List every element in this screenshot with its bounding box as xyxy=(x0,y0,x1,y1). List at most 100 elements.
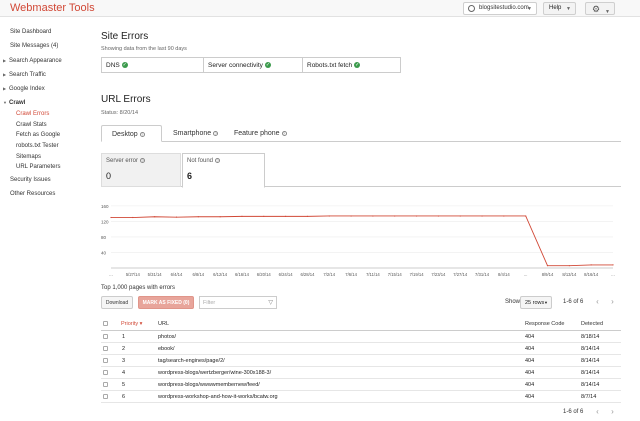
sidebar-item-security-issues[interactable]: Security Issues xyxy=(10,177,51,183)
x-tick-label: ... xyxy=(524,272,528,277)
row-response-code: 404 xyxy=(525,334,535,340)
data-point[interactable] xyxy=(590,264,592,266)
table-row[interactable]: 2 ebook/404 8/14/14 xyxy=(101,343,621,355)
row-url[interactable]: wordpress-blogs/wwwwmembernew/feed/ xyxy=(158,382,260,388)
data-point[interactable] xyxy=(546,265,549,267)
row-detected: 8/14/14 xyxy=(581,346,600,352)
row-url[interactable]: ebook/ xyxy=(158,346,175,352)
prev-page-icon[interactable]: ‹ xyxy=(592,407,603,418)
help-icon[interactable]: ? xyxy=(215,158,221,163)
counter-server-error[interactable]: Server error? 0 xyxy=(101,153,181,187)
data-point[interactable] xyxy=(415,215,418,217)
table-row[interactable]: 3 tag/search-engines/page/2/404 8/14/14 xyxy=(101,355,621,367)
counter-not-found[interactable]: Not found? 6 xyxy=(182,153,265,188)
help-icon[interactable]: ? xyxy=(140,158,146,163)
sidebar-item-google-index[interactable]: ▶ Google Index xyxy=(3,86,45,92)
row-url[interactable]: wordpress-workshop-and-how-it-works/bcat… xyxy=(158,394,278,400)
x-tick-label: 8/13/14 xyxy=(562,272,577,277)
col-detected[interactable]: Detected xyxy=(581,321,603,327)
sidebar-item-crawl-stats[interactable]: Crawl Stats xyxy=(16,122,47,128)
site-selector[interactable]: blogsitestudio.com ▼ xyxy=(463,2,537,15)
data-point[interactable] xyxy=(328,215,330,217)
settings-button[interactable]: ⚙ ▼ xyxy=(585,2,615,15)
site-error-robots-fetch[interactable]: Robots.txt fetch ✓ xyxy=(303,58,400,72)
data-point[interactable] xyxy=(481,215,483,217)
x-tick-label: 6/12/14 xyxy=(213,272,228,277)
row-checkbox[interactable] xyxy=(103,394,108,399)
site-error-server-connectivity[interactable]: Server connectivity ✓ xyxy=(204,58,303,72)
sidebar-item-search-traffic[interactable]: ▶ Search Traffic xyxy=(3,72,46,78)
col-response-code[interactable]: Response Code xyxy=(525,321,564,327)
data-point[interactable] xyxy=(219,216,221,218)
sidebar-item-site-messages[interactable]: Site Messages (4) xyxy=(10,43,58,49)
sidebar-item-url-parameters[interactable]: URL Parameters xyxy=(16,164,60,170)
row-response-code: 404 xyxy=(525,394,535,400)
sidebar-item-site-dashboard[interactable]: Site Dashboard xyxy=(10,29,51,35)
counter-label: Server error xyxy=(106,158,139,165)
sidebar-item-robots-tester[interactable]: robots.txt Tester xyxy=(16,143,59,149)
row-checkbox[interactable] xyxy=(103,370,108,375)
x-tick-label: ... xyxy=(611,272,615,277)
x-tick-label: 5/31/14 xyxy=(148,272,163,277)
sidebar-item-fetch-as-google[interactable]: Fetch as Google xyxy=(16,132,60,138)
data-point[interactable] xyxy=(197,216,199,218)
tab-desktop[interactable]: Desktop? xyxy=(101,125,162,142)
table-row[interactable]: 1 photos/404 8/18/14 xyxy=(101,331,621,343)
data-point[interactable] xyxy=(372,215,374,217)
help-icon[interactable]: ? xyxy=(281,130,287,136)
row-checkbox[interactable] xyxy=(103,382,108,387)
site-error-label: Robots.txt fetch xyxy=(307,62,353,69)
data-point[interactable] xyxy=(263,215,265,217)
row-checkbox[interactable] xyxy=(103,346,108,351)
counter-label: Not found xyxy=(187,158,214,165)
next-page-icon[interactable]: › xyxy=(607,297,618,308)
prev-page-icon[interactable]: ‹ xyxy=(592,297,603,308)
col-url[interactable]: URL xyxy=(158,321,169,327)
sidebar-item-search-appearance[interactable]: ▶ Search Appearance xyxy=(3,58,62,64)
help-icon[interactable]: ? xyxy=(139,131,145,137)
site-error-label: Server connectivity xyxy=(208,62,263,69)
row-checkbox[interactable] xyxy=(103,334,108,339)
row-checkbox[interactable] xyxy=(103,358,108,363)
row-response-code: 404 xyxy=(525,346,535,352)
site-error-dns[interactable]: DNS ✓ xyxy=(102,58,204,72)
filter-input[interactable]: Filter ▽ xyxy=(199,296,277,309)
sidebar-item-other-resources[interactable]: Other Resources xyxy=(10,191,55,197)
table-row[interactable]: 6 wordpress-workshop-and-how-it-works/bca… xyxy=(101,391,621,403)
data-point[interactable] xyxy=(525,215,527,217)
col-priority[interactable]: Priority ▾ xyxy=(121,321,142,327)
help-button[interactable]: Help ▼ xyxy=(543,2,576,15)
data-point[interactable] xyxy=(437,215,439,217)
next-page-icon[interactable]: › xyxy=(607,407,618,418)
data-point[interactable] xyxy=(175,216,178,218)
row-url[interactable]: wordpress-blogs/wertzberger/wine-300x188… xyxy=(158,370,271,376)
help-icon[interactable]: ? xyxy=(213,130,219,136)
row-url[interactable]: tag/search-engines/page/2/ xyxy=(158,358,225,364)
y-tick-label: 120 xyxy=(101,219,109,224)
data-point[interactable] xyxy=(285,215,287,217)
data-point[interactable] xyxy=(154,216,156,218)
data-point[interactable] xyxy=(568,265,570,267)
tab-feature-phone[interactable]: Feature phone? xyxy=(224,125,299,142)
app-title[interactable]: Webmaster Tools xyxy=(10,2,95,14)
sidebar-item-crawl[interactable]: ▼ Crawl xyxy=(3,100,25,106)
data-point[interactable] xyxy=(612,264,614,266)
sidebar-item-sitemaps[interactable]: Sitemaps xyxy=(16,154,41,160)
download-button[interactable]: Download xyxy=(101,296,133,309)
select-all-checkbox[interactable] xyxy=(103,321,108,326)
table-row[interactable]: 5 wordpress-blogs/wwwwmembernew/feed/404 8… xyxy=(101,379,621,391)
data-point[interactable] xyxy=(306,215,309,217)
data-point[interactable] xyxy=(394,215,396,217)
tab-smartphone[interactable]: Smartphone? xyxy=(163,125,223,142)
data-point[interactable] xyxy=(132,216,134,219)
table-row[interactable]: 4 wordpress-blogs/wertzberger/wine-300x18… xyxy=(101,367,621,379)
data-point[interactable] xyxy=(110,216,112,219)
data-point[interactable] xyxy=(350,215,352,217)
sidebar-item-crawl-errors[interactable]: Crawl Errors xyxy=(16,111,49,117)
rows-per-page-select[interactable]: 25 rows ▼ xyxy=(520,296,552,309)
data-point[interactable] xyxy=(503,215,505,217)
data-point[interactable] xyxy=(241,215,243,217)
mark-as-fixed-button[interactable]: MARK AS FIXED (0) xyxy=(138,296,194,309)
row-url[interactable]: photos/ xyxy=(158,334,176,340)
data-point[interactable] xyxy=(459,215,461,217)
